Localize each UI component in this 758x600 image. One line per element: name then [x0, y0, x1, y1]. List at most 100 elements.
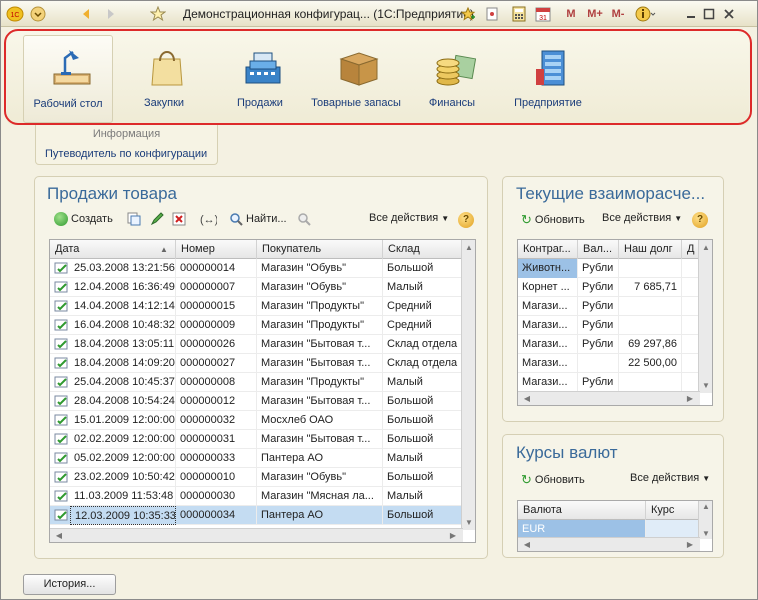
back-arrow-icon[interactable]: [76, 4, 96, 23]
column-warehouse[interactable]: Склад: [383, 240, 463, 259]
memory-button[interactable]: M: [564, 4, 578, 23]
scroll-up-icon[interactable]: ▲: [462, 243, 475, 252]
section-desktop[interactable]: Рабочий стол: [23, 35, 113, 123]
cancel-search-button[interactable]: [297, 212, 311, 226]
table-row[interactable]: 16.04.2008 10:48:32 000000009 Магазин "Про…: [50, 316, 463, 335]
column-number[interactable]: Номер: [176, 240, 257, 259]
table-row[interactable]: 23.02.2009 10:50:42 000000010 Магазин "Обу…: [50, 468, 463, 487]
copy-button[interactable]: [127, 212, 141, 226]
cell-number: 000000032: [176, 411, 257, 430]
posted-document-icon: [54, 262, 68, 274]
horizontal-scrollbar[interactable]: ◀ ▶: [50, 528, 463, 542]
scroll-up-icon[interactable]: ▲: [699, 502, 712, 511]
settlements-refresh-button[interactable]: ↻ Обновить: [521, 212, 585, 228]
section-label: Рабочий стол: [33, 98, 103, 110]
history-button[interactable]: История...: [23, 574, 116, 595]
vertical-scrollbar[interactable]: ▲ ▼: [698, 501, 712, 539]
currency-refresh-button[interactable]: ↻ Обновить: [521, 472, 585, 488]
column-rate[interactable]: Курс: [646, 501, 700, 520]
table-row[interactable]: Корнет ... Рубли 7 685,71: [518, 278, 700, 297]
table-row[interactable]: 14.04.2008 14:12:14 000000015 Магазин "Про…: [50, 297, 463, 316]
find-button[interactable]: Найти...: [229, 212, 287, 226]
app-logo-icon[interactable]: 1С: [5, 4, 25, 23]
memory-subtract-button[interactable]: M-: [608, 4, 628, 23]
horizontal-scrollbar[interactable]: ◀ ▶: [518, 537, 700, 551]
delete-button[interactable]: [172, 212, 186, 226]
info-icon[interactable]: [635, 4, 657, 23]
table-row[interactable]: 12.03.2009 10:35:33 000000034 Пантера АО Бо…: [50, 506, 463, 525]
all-actions-menu[interactable]: Все действия ▼: [369, 212, 449, 224]
table-row[interactable]: Магази... 22 500,00: [518, 354, 700, 373]
table-row[interactable]: 05.02.2009 12:00:00 000000033 Пантера АО Ма…: [50, 449, 463, 468]
scroll-up-icon[interactable]: ▲: [699, 243, 712, 252]
column-our-debt[interactable]: Наш долг: [619, 240, 682, 259]
table-row[interactable]: 25.04.2008 10:45:37 000000008 Магазин "Про…: [50, 373, 463, 392]
table-row[interactable]: Магази... Рубли: [518, 373, 700, 392]
create-button[interactable]: Создать: [54, 212, 113, 226]
table-row[interactable]: 28.04.2008 10:54:24 000000012 Магазин "Быт…: [50, 392, 463, 411]
nav-guide-link[interactable]: Путеводитель по конфигурации: [45, 148, 207, 160]
scroll-right-icon[interactable]: ▶: [683, 394, 697, 403]
table-row[interactable]: 02.02.2009 12:00:00 000000031 Магазин "Быт…: [50, 430, 463, 449]
table-row[interactable]: 25.03.2008 13:21:56 000000014 Магазин "Обу…: [50, 259, 463, 278]
table-row[interactable]: 12.04.2008 16:36:49 000000007 Магазин "Обу…: [50, 278, 463, 297]
add-favorite-icon[interactable]: [458, 4, 478, 23]
scroll-left-icon[interactable]: ◀: [520, 540, 534, 549]
scroll-down-icon[interactable]: ▼: [699, 529, 712, 538]
currency-all-actions-menu[interactable]: Все действия ▼: [630, 472, 710, 484]
vertical-scrollbar[interactable]: ▲ ▼: [461, 240, 475, 530]
cell-our-debt: [619, 373, 682, 392]
table-row[interactable]: Магази... Рубли: [518, 316, 700, 335]
column-buyer[interactable]: Покупатель: [257, 240, 383, 259]
sales-table[interactable]: Дата ▲ Номер Покупатель Склад 25.03.2008 …: [49, 239, 476, 543]
calculator-icon[interactable]: [509, 4, 529, 23]
column-currency[interactable]: Валюта: [518, 501, 646, 520]
settlements-table[interactable]: Контраг... Вал... Наш долг Д Животн... Ру…: [517, 239, 713, 406]
cell-number: 000000030: [176, 487, 257, 506]
cell-our-debt: [619, 297, 682, 316]
memory-add-button[interactable]: M+: [584, 4, 606, 23]
column-currency[interactable]: Вал...: [578, 240, 619, 259]
section-sales[interactable]: Продажи: [215, 35, 305, 123]
section-finance[interactable]: Финансы: [407, 35, 497, 123]
currency-table[interactable]: Валюта Курс EUR ▲ ▼ ◀ ▶: [517, 500, 713, 552]
cell-date: 25.04.2008 10:45:37: [70, 373, 176, 392]
scroll-left-icon[interactable]: ◀: [52, 531, 66, 540]
vertical-scrollbar[interactable]: ▲ ▼: [698, 240, 712, 393]
table-row[interactable]: 18.04.2008 14:09:20 000000027 Магазин "Быт…: [50, 354, 463, 373]
table-row[interactable]: 11.03.2009 11:53:48 000000030 Магазин "Мяс…: [50, 487, 463, 506]
refresh-icon: ↻: [521, 212, 532, 227]
settlements-help-button[interactable]: ?: [692, 212, 708, 228]
section-purchases[interactable]: Закупки: [119, 35, 209, 123]
close-icon[interactable]: [721, 4, 737, 23]
link-icon[interactable]: [482, 4, 502, 23]
horizontal-scrollbar[interactable]: ◀ ▶: [518, 391, 700, 405]
column-counterparty[interactable]: Контраг...: [518, 240, 578, 259]
section-inventory[interactable]: Товарные запасы: [311, 35, 401, 123]
scroll-right-icon[interactable]: ▶: [683, 540, 697, 549]
table-row[interactable]: Животн... Рубли: [518, 259, 700, 278]
calendar-icon[interactable]: 31: [533, 4, 553, 23]
maximize-icon[interactable]: [701, 4, 717, 23]
table-row[interactable]: Магази... Рубли: [518, 297, 700, 316]
table-row[interactable]: Магази... Рубли 69 297,86: [518, 335, 700, 354]
cell-number: 000000026: [176, 335, 257, 354]
minimize-icon[interactable]: [683, 4, 699, 23]
edit-button[interactable]: [150, 212, 164, 226]
table-row[interactable]: 15.01.2009 12:00:00 000000032 Мосхлеб ОАО Б…: [50, 411, 463, 430]
scroll-right-icon[interactable]: ▶: [446, 531, 460, 540]
favorites-star-icon[interactable]: [148, 4, 168, 23]
shopping-bag-icon: [151, 51, 183, 86]
settlements-all-actions-menu[interactable]: Все действия ▼: [602, 212, 682, 224]
scroll-down-icon[interactable]: ▼: [699, 381, 712, 390]
cell-number: 000000012: [176, 392, 257, 411]
help-button[interactable]: ?: [458, 212, 474, 228]
forward-arrow-icon[interactable]: [101, 4, 121, 23]
scroll-left-icon[interactable]: ◀: [520, 394, 534, 403]
section-enterprise[interactable]: Предприятие: [503, 35, 593, 123]
scroll-down-icon[interactable]: ▼: [462, 518, 475, 527]
menu-dropdown-icon[interactable]: [29, 4, 47, 23]
column-date[interactable]: Дата ▲: [50, 240, 176, 259]
table-row[interactable]: 18.04.2008 13:05:11 000000026 Магазин "Быт…: [50, 335, 463, 354]
refresh-button[interactable]: (↔): [199, 212, 217, 226]
